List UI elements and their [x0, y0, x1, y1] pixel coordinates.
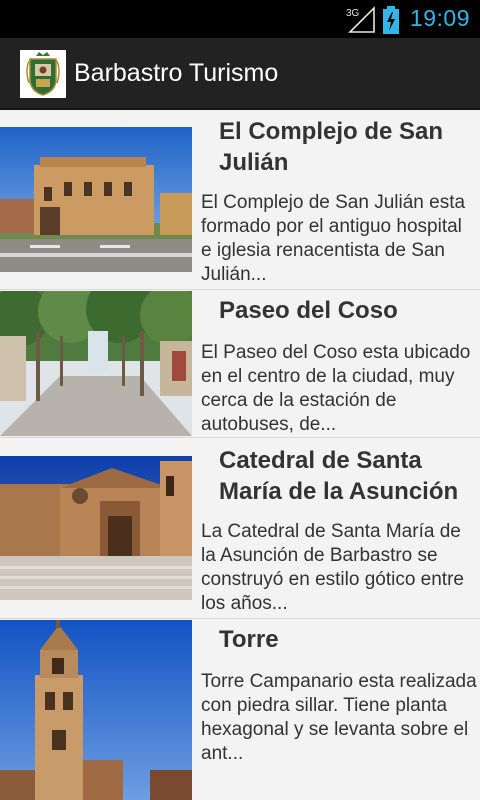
item-title: El Complejo de San Julián	[219, 118, 444, 176]
torre-campanario-photo	[0, 620, 192, 800]
status-time: 19:09	[409, 5, 470, 31]
network-type-label: 3G	[346, 8, 360, 19]
app-title: Barbastro Turismo	[74, 59, 279, 87]
list-item[interactable]: Catedral de Santa María de la Asunción L…	[0, 439, 480, 619]
list-item[interactable]: El Complejo de San Julián El Complejo de…	[0, 110, 480, 290]
action-bar: Barbastro Turismo	[0, 38, 480, 110]
item-description: El Complejo de San Julián esta formado p…	[201, 192, 466, 285]
status-bar: 3G 19:09	[0, 0, 480, 38]
item-title: Paseo del Coso	[219, 297, 398, 324]
barbastro-coat-of-arms-icon[interactable]	[20, 50, 66, 98]
paseo-del-coso-photo	[0, 291, 192, 436]
item-title: Catedral de Santa María de la Asunción	[219, 447, 459, 505]
battery-charging-icon	[383, 6, 399, 34]
list-item[interactable]: Paseo del Coso El Paseo del Coso esta ub…	[0, 291, 480, 438]
item-title: Torre	[219, 626, 279, 653]
item-description: Torre Campanario esta realizada con pied…	[201, 671, 477, 764]
signal-3g-icon: 3G	[346, 6, 375, 33]
catedral-santa-maria-photo	[0, 456, 192, 600]
item-description: La Catedral de Santa María de la Asunció…	[201, 521, 464, 614]
attractions-list[interactable]: El Complejo de San Julián El Complejo de…	[0, 110, 480, 800]
complejo-san-julian-photo	[0, 127, 192, 272]
list-item[interactable]: Torre Torre Campanario esta realizada co…	[0, 620, 480, 800]
item-description: El Paseo del Coso esta ubicado en el cen…	[201, 342, 471, 435]
